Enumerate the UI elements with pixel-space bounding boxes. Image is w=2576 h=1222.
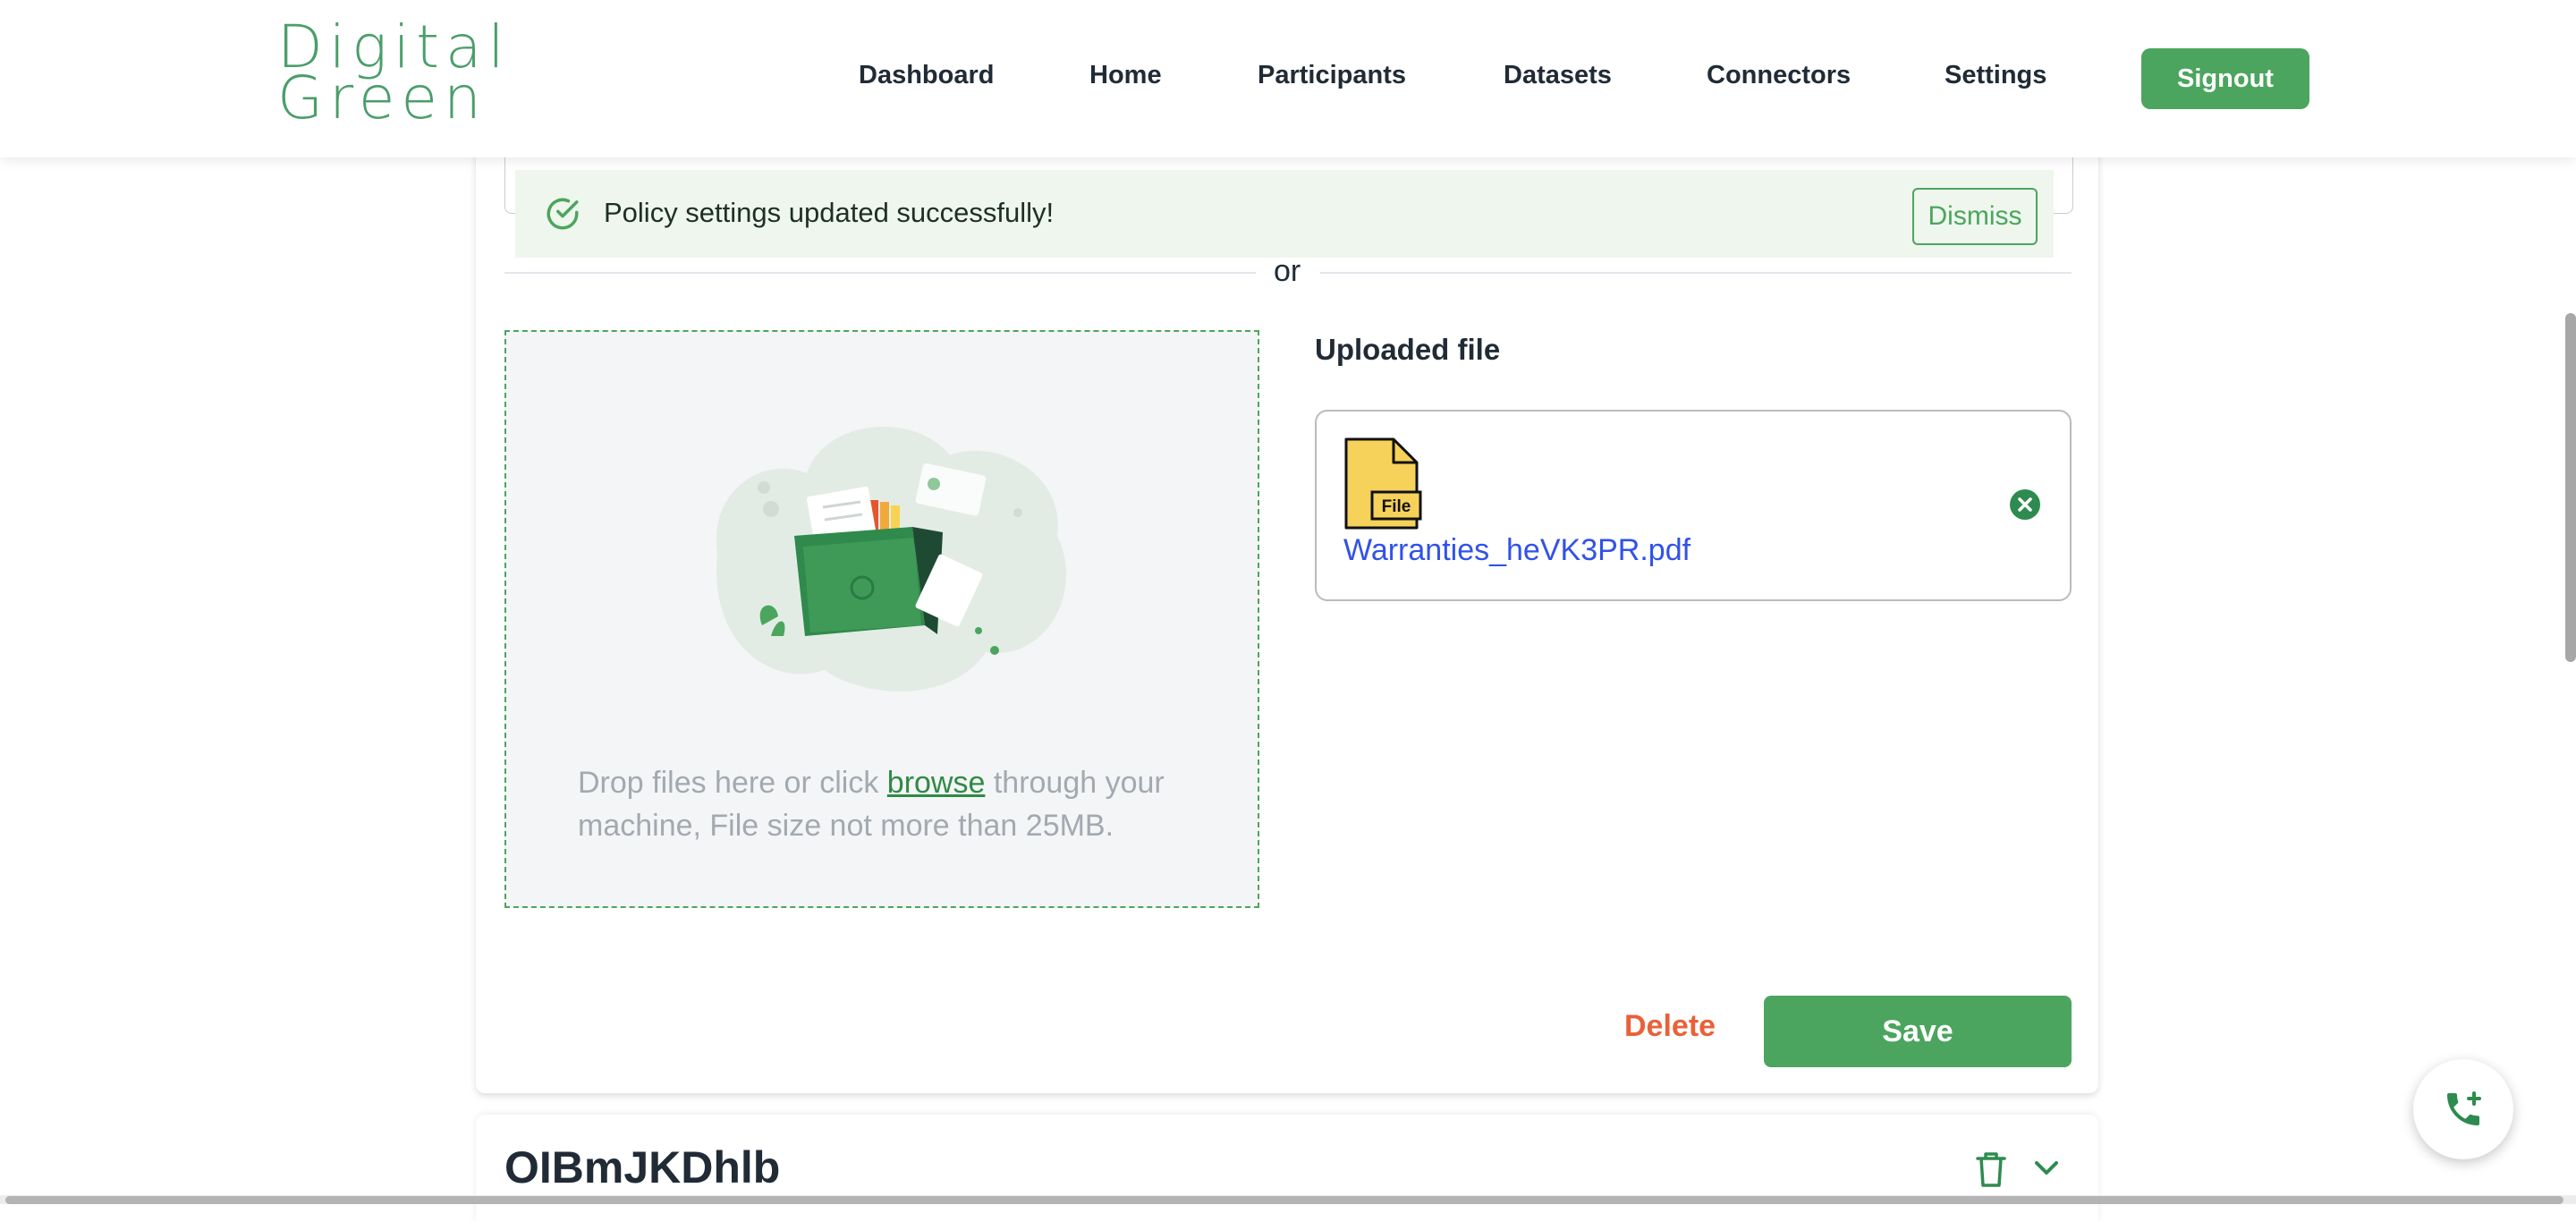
vertical-scrollbar-thumb[interactable] (2565, 313, 2576, 662)
or-divider-text: or (1274, 254, 1301, 288)
nav-dashboard[interactable]: Dashboard (859, 61, 994, 90)
digital-green-logo[interactable]: Digital Green (277, 18, 555, 132)
uploaded-file-name[interactable]: Warranties_heVK3PR.pdf (1343, 533, 1690, 568)
file-icon-label: File (1382, 497, 1411, 516)
nav-participants[interactable]: Participants (1258, 61, 1406, 90)
dismiss-button[interactable]: Dismiss (1912, 188, 2038, 245)
file-icon: File (1344, 437, 1422, 530)
toast-message: Policy settings updated successfully! (604, 197, 1055, 228)
nav-connectors[interactable]: Connectors (1707, 61, 1851, 90)
call-support-button[interactable] (2413, 1059, 2513, 1159)
folder-upload-illustration (716, 426, 1067, 692)
horizontal-scrollbar-thumb[interactable] (5, 1196, 2563, 1204)
divider-left (504, 272, 1256, 274)
close-circle-icon[interactable] (2009, 488, 2041, 521)
dropzone-instructions: Drop files here or click browse through … (578, 761, 1195, 847)
delete-button[interactable]: Delete (1624, 1009, 1716, 1044)
uploaded-file-heading: Uploaded file (1315, 333, 1501, 366)
uploaded-file-card: File Warranties_heVK3PR.pdf (1315, 410, 2072, 601)
top-header: Digital Green Dashboard Home Participant… (0, 0, 2576, 157)
save-button[interactable]: Save (1764, 996, 2072, 1067)
nav-datasets[interactable]: Datasets (1504, 61, 1612, 90)
check-circle-icon (547, 198, 579, 230)
policy-card-collapsed[interactable]: OIBmJKDhlb (476, 1115, 2098, 1222)
policy-title: OIBmJKDhlb (504, 1142, 781, 1192)
browse-link[interactable]: browse (887, 766, 986, 800)
divider-right (1320, 272, 2072, 274)
dropzone-text-before: Drop files here or click (578, 766, 887, 800)
phone-add-icon (2447, 1091, 2481, 1125)
signout-button[interactable]: Signout (2141, 48, 2309, 109)
nav-settings[interactable]: Settings (1945, 61, 2046, 90)
nav-home[interactable]: Home (1089, 61, 1162, 90)
logo-line-2: Green (277, 64, 487, 132)
chevron-down-icon[interactable] (2032, 1158, 2061, 1179)
success-toast: Policy settings updated successfully! Di… (515, 170, 2054, 258)
trash-icon[interactable] (1975, 1150, 2007, 1188)
file-dropzone[interactable]: Drop files here or click browse through … (504, 330, 1259, 908)
